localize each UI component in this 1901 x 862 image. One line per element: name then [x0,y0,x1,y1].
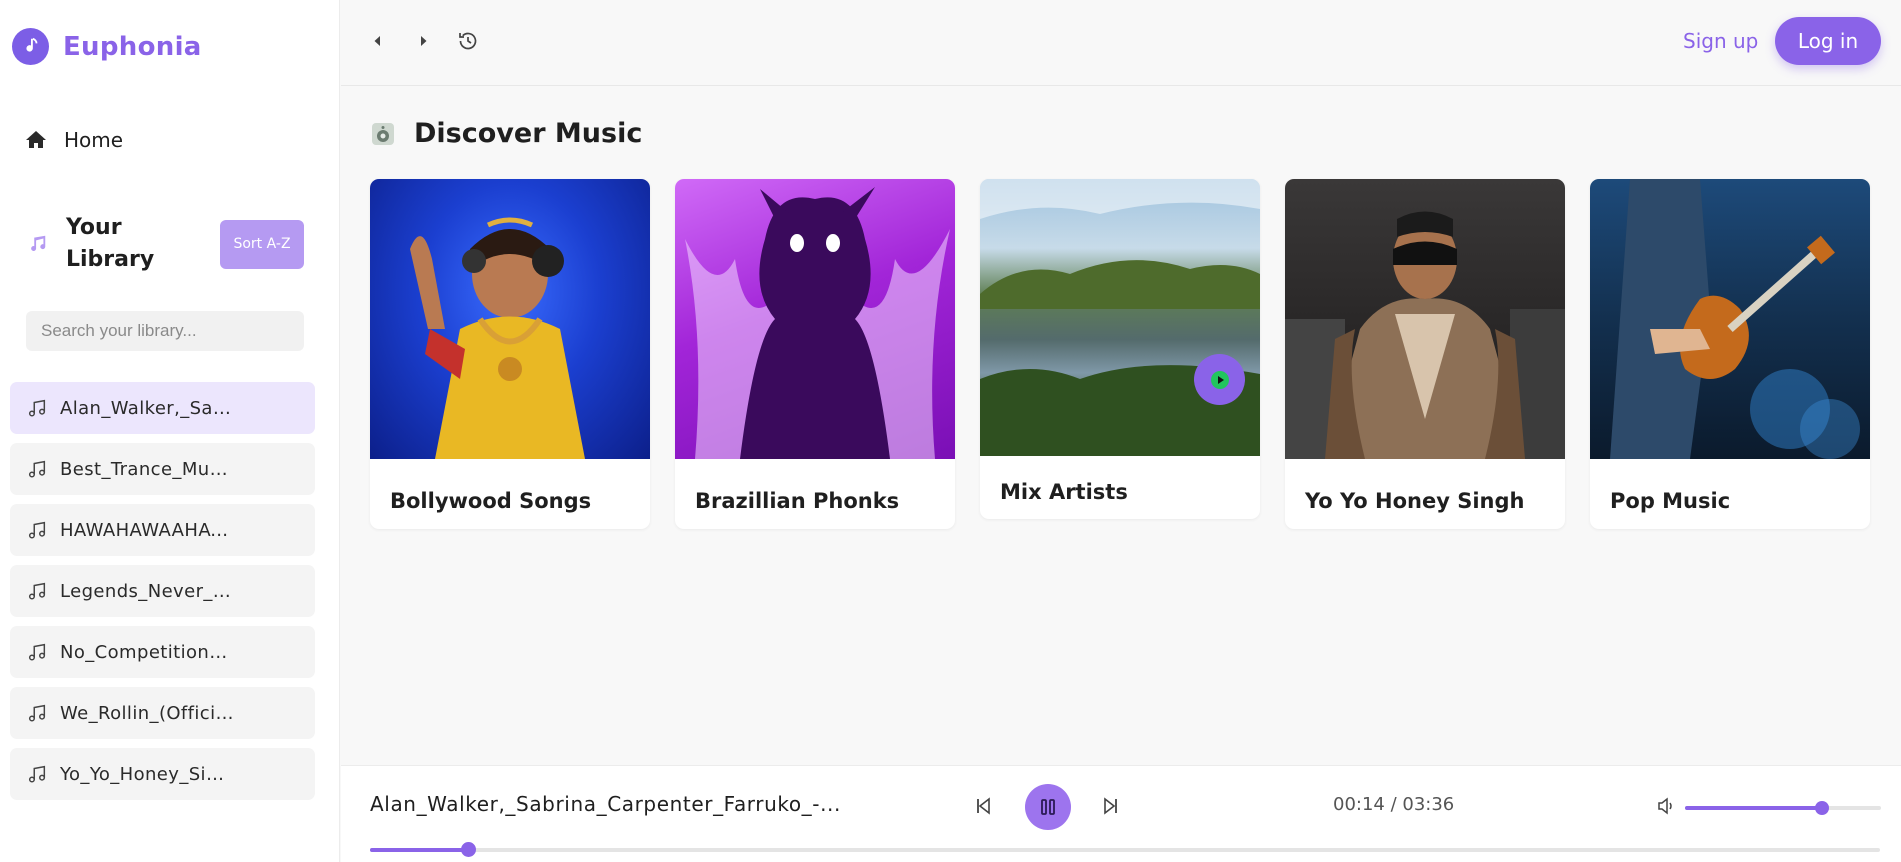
music-notes-icon [31,235,46,251]
sidebar: Euphonia Home Your Library Sort A-Z Alan… [0,0,340,862]
forward-button[interactable] [410,28,436,54]
history-button[interactable] [455,28,481,54]
music-note-icon [28,521,46,539]
volume-icon[interactable] [1656,796,1676,816]
history-icon [459,32,477,50]
nav-home-label: Home [64,128,124,152]
sort-a-z-button[interactable]: Sort A-Z [220,220,304,269]
card-title: Yo Yo Honey Singh [1305,489,1525,513]
playlist-card[interactable]: Yo Yo Honey Singh [1285,179,1565,529]
library-item[interactable]: HAWAHAWAAHAW... [10,504,315,556]
library-item[interactable]: Yo_Yo_Honey_Sin... [10,748,315,800]
skip-previous-icon [977,797,990,815]
back-button[interactable] [365,28,391,54]
skip-next-icon [1104,797,1117,815]
chevron-left-icon [374,36,380,46]
library-item-label: Alan_Walker,_Sab... [60,397,235,419]
music-note-icon [28,704,46,722]
player-bar: Alan_Walker,_Sabrina_Carpenter_Farruko_-… [341,765,1901,862]
card-title: Pop Music [1610,489,1731,513]
play-button[interactable] [1194,354,1245,405]
current-time: 00:14 [1333,794,1385,815]
library-item-label: We_Rollin_(Officia... [60,702,235,724]
music-note-icon [28,399,46,417]
card-title: Brazillian Phonks [695,489,900,513]
library-item-label: HAWAHAWAAHAW... [60,519,235,541]
time-display: 00:14 / 03:36 [1333,794,1454,815]
previous-button[interactable] [971,793,997,819]
music-note-icon [28,643,46,661]
app-name: Euphonia [63,31,202,62]
time-separator: / [1384,794,1403,815]
playlist-card[interactable]: Brazillian Phonks [675,179,955,529]
library-item-label: No_Competition_... [60,641,235,663]
music-note-icon [28,582,46,600]
bollywood-art [370,179,650,459]
sign-up-button[interactable]: Sign up [1683,24,1758,58]
progress-knob[interactable] [461,842,477,857]
volume-knob[interactable] [1815,801,1830,815]
card-title: Mix Artists [1000,480,1128,504]
discover-header: Discover Music [370,118,642,149]
discover-title: Discover Music [414,118,643,149]
volume-slider[interactable] [1685,801,1881,815]
library-list: Alan_Walker,_Sab... Best_Trance_Musi... … [10,382,315,809]
top-bar: Sign up Log in [341,0,1901,86]
duration: 03:36 [1402,794,1455,815]
home-icon [26,131,46,148]
library-title: Your Library [66,215,155,272]
nav-home[interactable]: Home [24,128,123,152]
pause-button[interactable] [1025,784,1071,830]
library-item[interactable]: Best_Trance_Musi... [10,443,315,495]
library-item[interactable]: Alan_Walker,_Sab... [10,382,315,434]
log-in-button[interactable]: Log in [1775,17,1881,65]
brand[interactable]: Euphonia [12,28,202,65]
progress-fill [370,848,469,852]
library-item[interactable]: Legends_Never_D... [10,565,315,617]
now-playing-title: Alan_Walker,_Sabrina_Carpenter_Farruko_-… [370,792,841,816]
library-search-input[interactable] [26,311,304,351]
phonk-art [675,179,955,459]
library-item-label: Best_Trance_Musi... [60,458,235,480]
music-note-logo-icon [12,28,49,65]
playlist-card[interactable]: Pop Music [1590,179,1870,529]
playlist-card[interactable]: Bollywood Songs [370,179,650,529]
music-note-icon [28,765,46,783]
library-item-label: Yo_Yo_Honey_Sin... [60,763,235,785]
library-item-label: Legends_Never_D... [60,580,235,602]
volume-fill [1685,806,1823,810]
speaker-box-icon [372,122,394,145]
lake-art [980,179,1260,456]
library-header: Your Library Sort A-Z [26,212,306,276]
progress-bar[interactable] [370,842,1880,857]
library-item[interactable]: We_Rollin_(Officia... [10,687,315,739]
music-note-icon [28,460,46,478]
chevron-right-icon [421,36,427,46]
library-item[interactable]: No_Competition_... [10,626,315,678]
playlist-card[interactable]: Mix Artists [980,179,1260,519]
pause-icon [1041,799,1055,815]
card-title: Bollywood Songs [390,489,592,513]
guitarist-art [1590,179,1870,459]
play-icon [1210,370,1229,389]
next-button[interactable] [1097,793,1123,819]
honey-singh-art [1285,179,1565,459]
